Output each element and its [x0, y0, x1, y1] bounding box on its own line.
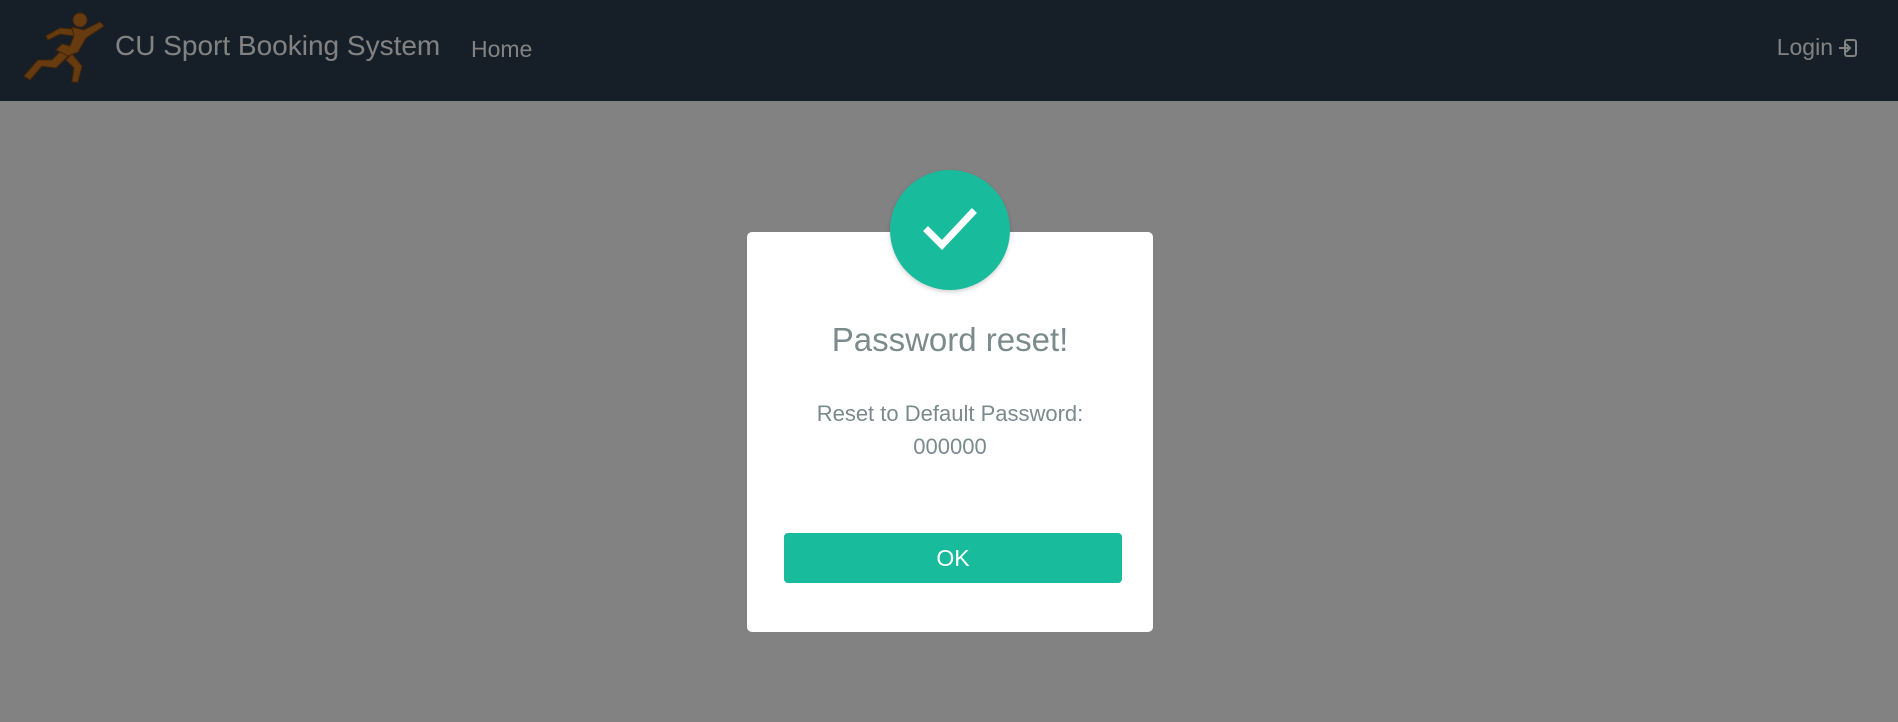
ok-button[interactable]: OK — [784, 533, 1122, 583]
default-password-value: 000000 — [913, 434, 987, 459]
dialog-title: Password reset! — [831, 321, 1069, 358]
dialog-message-line: Reset to Default Password: — [816, 401, 1084, 426]
dialog-message: Reset to Default Password: 000000 — [747, 397, 1153, 463]
checkmark-icon — [890, 170, 1010, 290]
